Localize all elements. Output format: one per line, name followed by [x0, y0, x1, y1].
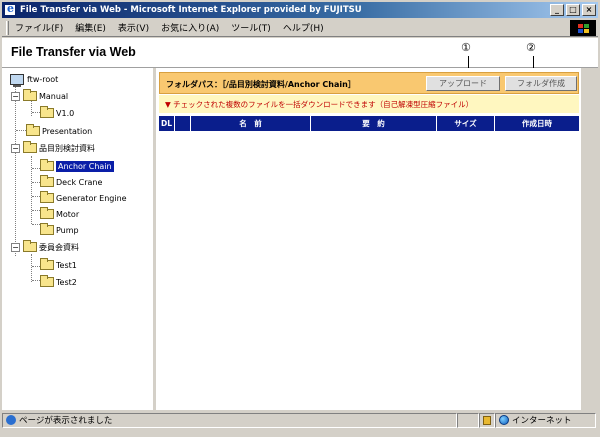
tree-root[interactable]: ftw-root [10, 72, 59, 87]
menu-tools[interactable]: ツール(T) [231, 21, 271, 34]
tree-item-label: Test2 [56, 277, 77, 287]
tree-item-label: Pump [56, 225, 79, 235]
zone-cell: インターネット [495, 412, 596, 428]
tree-item-hinmoku[interactable]: − 品目別検討資料 [11, 141, 95, 155]
tree-item-label: Motor [56, 209, 80, 219]
zone-text: インターネット [512, 416, 572, 426]
tree-item-pump[interactable]: Pump [40, 223, 79, 237]
col-dl[interactable]: DL [159, 116, 175, 131]
tree-item-label: V1.0 [56, 108, 75, 118]
close-button[interactable]: × [582, 4, 596, 16]
browser-window: File Transfer via Web - Microsoft Intern… [0, 0, 600, 437]
tree-item-label: Presentation [42, 126, 93, 136]
folder-icon [23, 240, 37, 252]
folder-icon [40, 207, 54, 219]
window-title: File Transfer via Web - Microsoft Intern… [20, 5, 362, 15]
tree-item-label: Generator Engine [56, 193, 127, 203]
lock-icon [483, 415, 491, 425]
col-check [175, 116, 191, 131]
tree-item-v1[interactable]: V1.0 [40, 106, 74, 120]
content-area: ftw-root − Manual V1.0 Presentation − 品目… [2, 68, 598, 410]
tree-item-anchor-chain[interactable]: Anchor Chain [40, 159, 114, 173]
create-folder-button[interactable]: フォルダ作成 [505, 76, 577, 91]
tree-item-label: Deck Crane [56, 177, 103, 187]
folder-path: フォルダパス：［/品目別検討資料/Anchor Chain］ [166, 80, 356, 89]
tree-item-deck-crane[interactable]: Deck Crane [40, 175, 102, 189]
tree-item-manual[interactable]: − Manual [11, 89, 68, 103]
ie-icon [4, 2, 16, 16]
collapse-icon[interactable]: − [11, 91, 20, 101]
callout-1-line [468, 56, 469, 68]
status-empty-cell [457, 412, 479, 428]
callout-2: ② [526, 41, 536, 54]
tree-item-label: 委員会資料 [39, 242, 79, 252]
page-title: File Transfer via Web [11, 45, 136, 59]
callout-2-line [533, 56, 534, 68]
download-note-bar: ▼ チェックされた複数のファイルを一括ダウンロードできます（自己解凍型圧縮ファイ… [159, 95, 579, 113]
maximize-button[interactable]: □ [566, 4, 580, 16]
tree-item-label: Anchor Chain [56, 160, 114, 172]
menu-view[interactable]: 表示(V) [118, 21, 149, 34]
folder-path-bar: フォルダパス：［/品目別検討資料/Anchor Chain］ アップロード フォ… [159, 72, 579, 94]
status-text-cell: ページが表示されました [2, 412, 457, 428]
tree-item-label: 品目別検討資料 [39, 143, 95, 153]
col-summary[interactable]: 要 約 [311, 116, 437, 131]
status-bar: ページが表示されました インターネット [2, 411, 598, 429]
app-header: File Transfer via Web ① ② [2, 38, 598, 68]
page-icon [6, 415, 16, 425]
menu-bar: ファイル(F) 編集(E) 表示(V) お気に入り(A) ツール(T) ヘルプ(… [2, 19, 598, 37]
title-bar: File Transfer via Web - Microsoft Intern… [2, 2, 598, 18]
collapse-icon[interactable]: − [11, 143, 20, 153]
folder-icon [40, 106, 54, 118]
folder-icon [23, 89, 37, 101]
windows-logo-icon [570, 20, 596, 36]
file-panel: フォルダパス：［/品目別検討資料/Anchor Chain］ アップロード フォ… [159, 68, 598, 410]
folder-icon [40, 191, 54, 203]
tree-item-test1[interactable]: Test1 [40, 258, 77, 272]
toolbar-grip [6, 20, 9, 35]
tree-item-generator-engine[interactable]: Generator Engine [40, 191, 127, 205]
tree-item-motor[interactable]: Motor [40, 207, 79, 221]
col-size[interactable]: サイズ [437, 116, 495, 131]
security-cell [479, 412, 495, 428]
folder-icon [40, 223, 54, 235]
minimize-button[interactable]: _ [550, 4, 564, 16]
computer-icon [10, 73, 24, 87]
open-folder-icon [40, 159, 54, 171]
folder-tree: ftw-root − Manual V1.0 Presentation − 品目… [2, 68, 156, 410]
upload-button[interactable]: アップロード [426, 76, 500, 91]
tree-item-presentation[interactable]: Presentation [26, 124, 92, 138]
file-table-header: DL 名 前 要 約 サイズ 作成日時 [159, 116, 579, 131]
folder-icon [23, 141, 37, 153]
menu-edit[interactable]: 編集(E) [75, 21, 106, 34]
tree-item-test2[interactable]: Test2 [40, 275, 77, 289]
callout-1: ① [461, 41, 471, 54]
tree-root-label: ftw-root [27, 74, 59, 84]
folder-icon [40, 258, 54, 270]
tree-item-label: Test1 [56, 260, 77, 270]
menu-help[interactable]: ヘルプ(H) [283, 21, 324, 34]
folder-icon [26, 124, 40, 136]
menu-favorites[interactable]: お気に入り(A) [161, 21, 219, 34]
tree-item-label: Manual [39, 91, 69, 101]
tree-item-iinkai[interactable]: − 委員会資料 [11, 240, 79, 254]
folder-icon [40, 175, 54, 187]
folder-icon [40, 275, 54, 287]
menu-file[interactable]: ファイル(F) [15, 21, 63, 34]
internet-zone-icon [499, 415, 509, 425]
download-note: ▼ チェックされた複数のファイルを一括ダウンロードできます（自己解凍型圧縮ファイ… [165, 100, 474, 109]
collapse-icon[interactable]: − [11, 242, 20, 252]
col-name[interactable]: 名 前 [191, 116, 311, 131]
status-text: ページが表示されました [19, 416, 113, 426]
vertical-scrollbar[interactable] [581, 68, 598, 410]
col-created[interactable]: 作成日時 [495, 116, 579, 131]
